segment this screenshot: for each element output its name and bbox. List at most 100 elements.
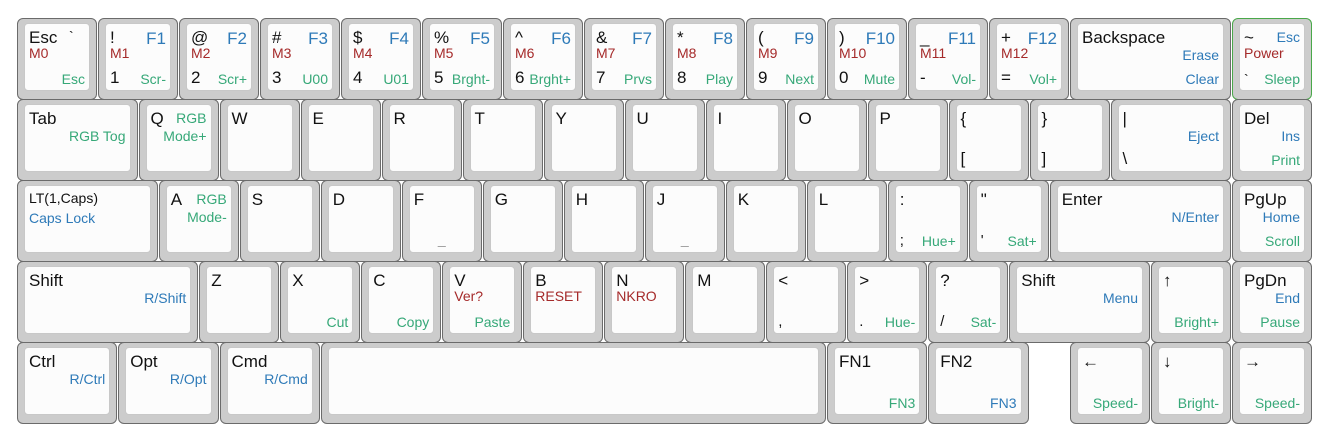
key-esc[interactable]: Esc ` M0 Esc bbox=[17, 18, 97, 100]
legend-esc-tl: Esc bbox=[29, 28, 58, 47]
legend-tilde-br: Sleep bbox=[1264, 71, 1300, 87]
key-left[interactable]: ← Speed- bbox=[1070, 342, 1150, 424]
key-f[interactable]: F _ bbox=[401, 180, 482, 262]
legend-k0-m: M10 bbox=[839, 45, 867, 61]
key-c[interactable]: C Copy bbox=[361, 261, 442, 343]
key-a[interactable]: A RGB Mode- bbox=[158, 180, 239, 262]
key-right[interactable]: → Speed- bbox=[1232, 342, 1312, 424]
key-fn2[interactable]: FN2 FN3 bbox=[928, 342, 1029, 424]
key-k6[interactable]: ^ F6 M6 6 Brght+ bbox=[503, 18, 583, 100]
key-lbracket[interactable]: {[ bbox=[948, 99, 1029, 181]
keycap-slash: ? / Sat- bbox=[935, 266, 1002, 334]
key-d[interactable]: D bbox=[320, 180, 401, 262]
key-k9[interactable]: (F9 M9 9 Next bbox=[746, 18, 826, 100]
key-w[interactable]: W bbox=[219, 99, 300, 181]
key-enter[interactable]: Enter N/Enter bbox=[1049, 180, 1231, 262]
key-j[interactable]: J _ bbox=[644, 180, 725, 262]
legend-o-tl: O bbox=[798, 109, 812, 128]
keycap-minus: _ F11 M11 - Vol- bbox=[915, 23, 981, 91]
legend-f-bc: _ bbox=[437, 231, 446, 247]
key-quote[interactable]: " ' Sat+ bbox=[968, 180, 1049, 262]
legend-equal-tr: F12 bbox=[1027, 29, 1057, 48]
key-n[interactable]: N NKRO bbox=[604, 261, 685, 343]
key-y[interactable]: Y bbox=[543, 99, 624, 181]
key-comma[interactable]: <, bbox=[766, 261, 847, 343]
legend-k8-tl: * bbox=[677, 28, 684, 47]
key-semicolon[interactable]: :; Hue+ bbox=[887, 180, 968, 262]
key-del[interactable]: Del Ins Print bbox=[1232, 99, 1312, 181]
legend-pgdn-mr: End bbox=[1275, 290, 1300, 306]
legend-slash-bl: / bbox=[940, 313, 945, 330]
legend-b-tl: B bbox=[535, 271, 547, 290]
key-backslash[interactable]: | Eject \ bbox=[1110, 99, 1231, 181]
keycap-q: Q RGB Mode+ bbox=[145, 104, 212, 172]
key-o[interactable]: O bbox=[786, 99, 867, 181]
legend-caps-ml: Caps Lock bbox=[29, 210, 96, 226]
key-lshift[interactable]: Shift R/Shift bbox=[17, 261, 199, 343]
keycap-p: P bbox=[874, 104, 941, 172]
legend-down-tl: ↓ bbox=[1163, 352, 1172, 371]
key-k2[interactable]: @ F2 M2 2 Scr+ bbox=[179, 18, 259, 100]
key-opt[interactable]: Opt R/Opt bbox=[118, 342, 219, 424]
keycap-left: ← Speed- bbox=[1077, 347, 1143, 415]
key-rbracket[interactable]: }] bbox=[1029, 99, 1110, 181]
key-fn1[interactable]: FN1 FN3 bbox=[827, 342, 928, 424]
key-k3[interactable]: # F3 M3 3 U00 bbox=[260, 18, 340, 100]
key-k7[interactable]: & F7 M7 7 Prvs bbox=[584, 18, 664, 100]
key-r[interactable]: R bbox=[381, 99, 462, 181]
key-minus[interactable]: _ F11 M11 - Vol- bbox=[908, 18, 988, 100]
legend-k5-bl: 5 bbox=[434, 68, 444, 87]
keycap-k: K bbox=[732, 185, 799, 253]
key-up[interactable]: ↑ Bright+ bbox=[1151, 261, 1231, 343]
key-ctrl[interactable]: Ctrl R/Ctrl bbox=[17, 342, 118, 424]
key-cmd[interactable]: Cmd R/Cmd bbox=[219, 342, 320, 424]
key-pgup[interactable]: PgUp Home Scroll bbox=[1232, 180, 1312, 262]
key-caps[interactable]: LT(1,Caps) Caps Lock bbox=[17, 180, 158, 262]
keycap-z: Z bbox=[206, 266, 273, 334]
key-u[interactable]: U bbox=[624, 99, 705, 181]
key-k[interactable]: K bbox=[725, 180, 806, 262]
key-p[interactable]: P bbox=[867, 99, 948, 181]
legend-k9-tl: ( bbox=[758, 28, 764, 47]
key-k8[interactable]: * F8 M8 8 Play bbox=[665, 18, 745, 100]
key-x[interactable]: X Cut bbox=[280, 261, 361, 343]
key-k0[interactable]: ) F10 M10 0 Mute bbox=[827, 18, 907, 100]
key-m[interactable]: M bbox=[685, 261, 766, 343]
key-tab[interactable]: Tab RGB Tog bbox=[17, 99, 138, 181]
key-tilde[interactable]: ~ Esc Power ` Sleep bbox=[1232, 18, 1312, 100]
legend-pgup-mr: Home bbox=[1262, 209, 1300, 225]
legend-semicolon-br: Hue+ bbox=[921, 233, 956, 249]
key-rshift[interactable]: Shift Menu bbox=[1009, 261, 1150, 343]
key-slash[interactable]: ? / Sat- bbox=[928, 261, 1009, 343]
legend-cmd-tl: Cmd bbox=[231, 352, 268, 371]
key-k5[interactable]: % F5 M5 5 Brght- bbox=[422, 18, 502, 100]
keycap-lshift: Shift R/Shift bbox=[24, 266, 192, 334]
key-s[interactable]: S bbox=[239, 180, 320, 262]
keycap-x: X Cut bbox=[287, 266, 354, 334]
legend-up-tl: ↑ bbox=[1163, 271, 1172, 290]
legend-comma-bl: , bbox=[778, 313, 783, 330]
key-pgdn[interactable]: PgDn End Pause bbox=[1232, 261, 1312, 343]
key-h[interactable]: H bbox=[563, 180, 644, 262]
key-k1[interactable]: ! F1 M1 1 Scr- bbox=[98, 18, 178, 100]
key-g[interactable]: G bbox=[482, 180, 563, 262]
keycap-k2: @ F2 M2 2 Scr+ bbox=[186, 23, 252, 91]
key-e[interactable]: E bbox=[300, 99, 381, 181]
legend-c-tl: C bbox=[373, 271, 386, 290]
key-period[interactable]: >. Hue- bbox=[847, 261, 928, 343]
key-down[interactable]: ↓ Bright- bbox=[1151, 342, 1231, 424]
key-t[interactable]: T bbox=[462, 99, 543, 181]
key-b[interactable]: B RESET bbox=[523, 261, 604, 343]
key-v[interactable]: V Ver? Paste bbox=[442, 261, 523, 343]
key-i[interactable]: I bbox=[705, 99, 786, 181]
key-l[interactable]: L bbox=[806, 180, 887, 262]
key-k4[interactable]: $ F4 M4 4 U01 bbox=[341, 18, 421, 100]
key-backspace[interactable]: Backspace Erase Clear bbox=[1070, 18, 1231, 100]
key-q[interactable]: Q RGB Mode+ bbox=[138, 99, 219, 181]
key-z[interactable]: Z bbox=[199, 261, 280, 343]
legend-pgdn-br: Pause bbox=[1260, 314, 1300, 330]
key-space[interactable] bbox=[320, 342, 826, 424]
legend-r-tl: R bbox=[393, 109, 406, 128]
keycap-cmd: Cmd R/Cmd bbox=[226, 347, 313, 415]
key-equal[interactable]: + F12 M12 = Vol+ bbox=[989, 18, 1069, 100]
